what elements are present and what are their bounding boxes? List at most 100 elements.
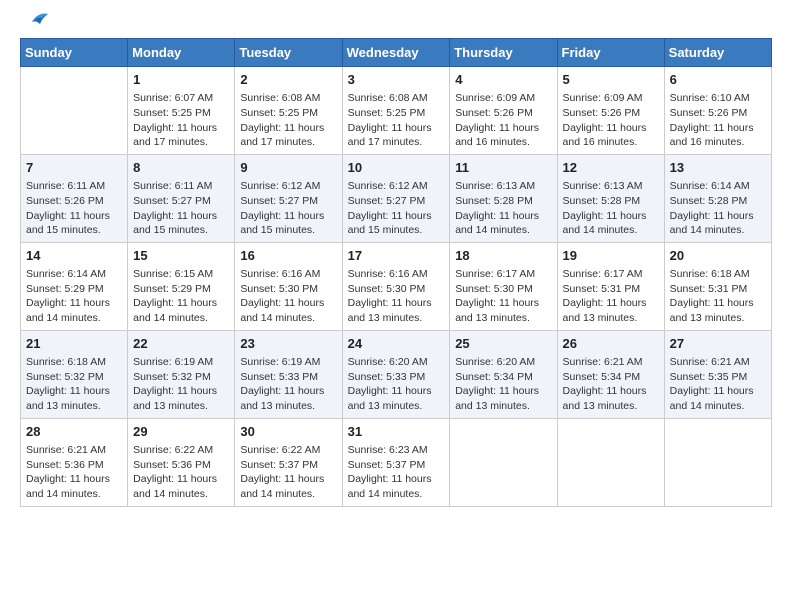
day-number: 18 (455, 247, 551, 265)
calendar-cell: 2 Sunrise: 6:08 AMSunset: 5:25 PMDaylight… (235, 67, 342, 155)
calendar-cell (21, 67, 128, 155)
calendar-cell: 24 Sunrise: 6:20 AMSunset: 5:33 PMDayligh… (342, 330, 450, 418)
page-header (20, 20, 772, 28)
day-info: Sunrise: 6:10 AMSunset: 5:26 PMDaylight:… (670, 91, 766, 150)
calendar-cell: 3 Sunrise: 6:08 AMSunset: 5:25 PMDaylight… (342, 67, 450, 155)
day-info: Sunrise: 6:23 AMSunset: 5:37 PMDaylight:… (348, 443, 445, 502)
calendar-cell: 15 Sunrise: 6:15 AMSunset: 5:29 PMDayligh… (128, 242, 235, 330)
day-info: Sunrise: 6:08 AMSunset: 5:25 PMDaylight:… (240, 91, 336, 150)
day-info: Sunrise: 6:22 AMSunset: 5:36 PMDaylight:… (133, 443, 229, 502)
calendar-cell: 4 Sunrise: 6:09 AMSunset: 5:26 PMDaylight… (450, 67, 557, 155)
day-number: 8 (133, 159, 229, 177)
day-number: 23 (240, 335, 336, 353)
day-info: Sunrise: 6:09 AMSunset: 5:26 PMDaylight:… (563, 91, 659, 150)
day-number: 13 (670, 159, 766, 177)
day-number: 4 (455, 71, 551, 89)
calendar-cell: 23 Sunrise: 6:19 AMSunset: 5:33 PMDayligh… (235, 330, 342, 418)
calendar-cell: 31 Sunrise: 6:23 AMSunset: 5:37 PMDayligh… (342, 418, 450, 506)
day-info: Sunrise: 6:20 AMSunset: 5:33 PMDaylight:… (348, 355, 445, 414)
day-info: Sunrise: 6:11 AMSunset: 5:27 PMDaylight:… (133, 179, 229, 238)
weekday-header-monday: Monday (128, 39, 235, 67)
day-number: 21 (26, 335, 122, 353)
day-number: 9 (240, 159, 336, 177)
day-number: 12 (563, 159, 659, 177)
day-number: 7 (26, 159, 122, 177)
day-number: 19 (563, 247, 659, 265)
calendar-cell: 18 Sunrise: 6:17 AMSunset: 5:30 PMDayligh… (450, 242, 557, 330)
calendar-week-row: 21 Sunrise: 6:18 AMSunset: 5:32 PMDayligh… (21, 330, 772, 418)
day-info: Sunrise: 6:21 AMSunset: 5:35 PMDaylight:… (670, 355, 766, 414)
calendar-cell: 16 Sunrise: 6:16 AMSunset: 5:30 PMDayligh… (235, 242, 342, 330)
calendar-cell: 11Sunrise: 6:13 AMSunset: 5:28 PMDayligh… (450, 154, 557, 242)
day-number: 10 (348, 159, 445, 177)
day-number: 16 (240, 247, 336, 265)
calendar-week-row: 14 Sunrise: 6:14 AMSunset: 5:29 PMDayligh… (21, 242, 772, 330)
weekday-header-thursday: Thursday (450, 39, 557, 67)
day-info: Sunrise: 6:14 AMSunset: 5:28 PMDaylight:… (670, 179, 766, 238)
day-info: Sunrise: 6:15 AMSunset: 5:29 PMDaylight:… (133, 267, 229, 326)
calendar-cell: 25 Sunrise: 6:20 AMSunset: 5:34 PMDayligh… (450, 330, 557, 418)
day-info: Sunrise: 6:21 AMSunset: 5:34 PMDaylight:… (563, 355, 659, 414)
day-number: 15 (133, 247, 229, 265)
day-number: 24 (348, 335, 445, 353)
day-number: 20 (670, 247, 766, 265)
day-info: Sunrise: 6:16 AMSunset: 5:30 PMDaylight:… (240, 267, 336, 326)
day-info: Sunrise: 6:13 AMSunset: 5:28 PMDaylight:… (455, 179, 551, 238)
calendar-cell: 20 Sunrise: 6:18 AMSunset: 5:31 PMDayligh… (664, 242, 771, 330)
calendar-cell: 17Sunrise: 6:16 AMSunset: 5:30 PMDayligh… (342, 242, 450, 330)
calendar-header-row: SundayMondayTuesdayWednesdayThursdayFrid… (21, 39, 772, 67)
day-number: 31 (348, 423, 445, 441)
day-info: Sunrise: 6:18 AMSunset: 5:31 PMDaylight:… (670, 267, 766, 326)
logo-bird-icon (22, 10, 50, 32)
calendar-cell: 14 Sunrise: 6:14 AMSunset: 5:29 PMDayligh… (21, 242, 128, 330)
calendar-cell: 8 Sunrise: 6:11 AMSunset: 5:27 PMDaylight… (128, 154, 235, 242)
day-number: 30 (240, 423, 336, 441)
calendar-week-row: 7 Sunrise: 6:11 AMSunset: 5:26 PMDaylight… (21, 154, 772, 242)
day-info: Sunrise: 6:17 AMSunset: 5:30 PMDaylight:… (455, 267, 551, 326)
calendar-week-row: 1Sunrise: 6:07 AMSunset: 5:25 PMDaylight… (21, 67, 772, 155)
day-info: Sunrise: 6:19 AMSunset: 5:33 PMDaylight:… (240, 355, 336, 414)
day-number: 17 (348, 247, 445, 265)
calendar-cell: 30Sunrise: 6:22 AMSunset: 5:37 PMDayligh… (235, 418, 342, 506)
day-info: Sunrise: 6:18 AMSunset: 5:32 PMDaylight:… (26, 355, 122, 414)
day-info: Sunrise: 6:14 AMSunset: 5:29 PMDaylight:… (26, 267, 122, 326)
logo (20, 20, 50, 28)
calendar-cell: 10 Sunrise: 6:12 AMSunset: 5:27 PMDayligh… (342, 154, 450, 242)
day-info: Sunrise: 6:12 AMSunset: 5:27 PMDaylight:… (240, 179, 336, 238)
day-number: 1 (133, 71, 229, 89)
calendar-cell: 1Sunrise: 6:07 AMSunset: 5:25 PMDaylight… (128, 67, 235, 155)
day-number: 14 (26, 247, 122, 265)
day-number: 3 (348, 71, 445, 89)
calendar-cell: 22Sunrise: 6:19 AMSunset: 5:32 PMDayligh… (128, 330, 235, 418)
day-info: Sunrise: 6:11 AMSunset: 5:26 PMDaylight:… (26, 179, 122, 238)
day-number: 25 (455, 335, 551, 353)
day-number: 26 (563, 335, 659, 353)
weekday-header-tuesday: Tuesday (235, 39, 342, 67)
day-info: Sunrise: 6:21 AMSunset: 5:36 PMDaylight:… (26, 443, 122, 502)
day-info: Sunrise: 6:08 AMSunset: 5:25 PMDaylight:… (348, 91, 445, 150)
weekday-header-friday: Friday (557, 39, 664, 67)
calendar-week-row: 28Sunrise: 6:21 AMSunset: 5:36 PMDayligh… (21, 418, 772, 506)
weekday-header-wednesday: Wednesday (342, 39, 450, 67)
calendar-cell: 19 Sunrise: 6:17 AMSunset: 5:31 PMDayligh… (557, 242, 664, 330)
calendar-cell: 29Sunrise: 6:22 AMSunset: 5:36 PMDayligh… (128, 418, 235, 506)
calendar-cell (450, 418, 557, 506)
day-info: Sunrise: 6:17 AMSunset: 5:31 PMDaylight:… (563, 267, 659, 326)
day-info: Sunrise: 6:20 AMSunset: 5:34 PMDaylight:… (455, 355, 551, 414)
day-number: 2 (240, 71, 336, 89)
calendar-cell: 6 Sunrise: 6:10 AMSunset: 5:26 PMDaylight… (664, 67, 771, 155)
day-info: Sunrise: 6:12 AMSunset: 5:27 PMDaylight:… (348, 179, 445, 238)
weekday-header-sunday: Sunday (21, 39, 128, 67)
calendar-cell: 26 Sunrise: 6:21 AMSunset: 5:34 PMDayligh… (557, 330, 664, 418)
calendar-cell: 28Sunrise: 6:21 AMSunset: 5:36 PMDayligh… (21, 418, 128, 506)
day-info: Sunrise: 6:13 AMSunset: 5:28 PMDaylight:… (563, 179, 659, 238)
day-number: 22 (133, 335, 229, 353)
calendar-cell: 21 Sunrise: 6:18 AMSunset: 5:32 PMDayligh… (21, 330, 128, 418)
calendar-cell: 27Sunrise: 6:21 AMSunset: 5:35 PMDayligh… (664, 330, 771, 418)
calendar-cell: 5Sunrise: 6:09 AMSunset: 5:26 PMDaylight… (557, 67, 664, 155)
day-number: 6 (670, 71, 766, 89)
day-info: Sunrise: 6:09 AMSunset: 5:26 PMDaylight:… (455, 91, 551, 150)
calendar-table: SundayMondayTuesdayWednesdayThursdayFrid… (20, 38, 772, 507)
calendar-cell: 9 Sunrise: 6:12 AMSunset: 5:27 PMDaylight… (235, 154, 342, 242)
calendar-cell: 12 Sunrise: 6:13 AMSunset: 5:28 PMDayligh… (557, 154, 664, 242)
